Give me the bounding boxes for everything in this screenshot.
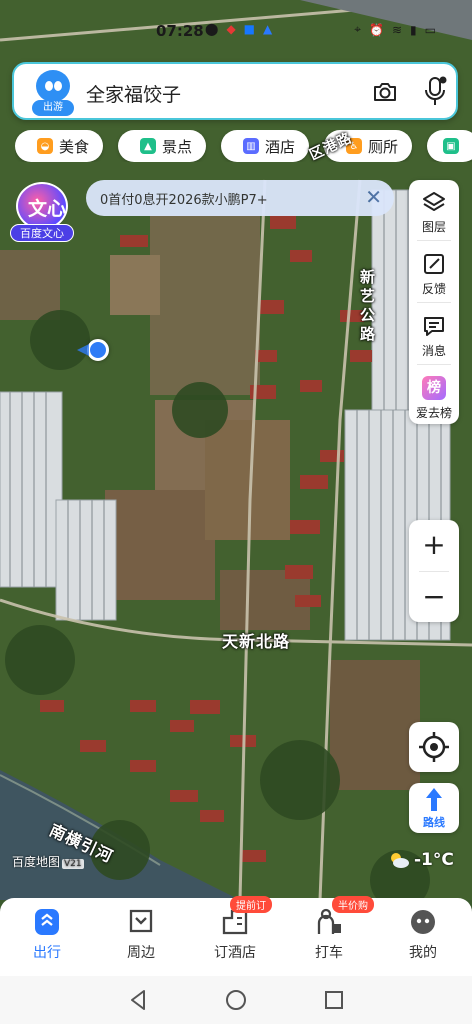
mascot-icon xyxy=(36,70,70,102)
tool-messages[interactable]: 消息 xyxy=(409,304,459,364)
zoom-controls: + − xyxy=(409,520,459,622)
location-marker xyxy=(87,339,109,361)
hotel-icon: ▥ xyxy=(243,138,259,154)
layers-icon xyxy=(423,192,445,211)
travel-mascot-logo[interactable]: 出游 xyxy=(30,70,76,116)
profile-icon xyxy=(408,908,438,936)
heading-arrow-icon xyxy=(77,344,89,356)
wenxin-icon: 文心 xyxy=(16,182,68,230)
map-app-icon: ▲ xyxy=(263,22,273,36)
chip-scenic[interactable]: ▲ 景点 xyxy=(118,130,207,162)
taxi-icon: 半价购 xyxy=(314,896,374,936)
chip-bus[interactable]: ▣ xyxy=(427,130,472,162)
home-icon[interactable] xyxy=(224,988,248,1012)
notification-icon: ⬤ xyxy=(205,22,219,36)
hotel-booking-icon: 提前订 xyxy=(220,896,272,936)
zoom-out-button[interactable]: − xyxy=(409,572,459,622)
system-navigation-bar xyxy=(0,976,472,1024)
location-icon: ⌖ xyxy=(354,22,362,36)
nav-profile[interactable]: 我的 xyxy=(376,908,470,962)
weather-widget[interactable]: -1°C xyxy=(388,850,454,870)
bottom-navigation: 出行 周边 提前订 订酒店 半价购 打车 我的 xyxy=(0,896,472,976)
battery-icon: ▭ xyxy=(424,22,436,37)
nav-nearby[interactable]: 周边 xyxy=(94,908,188,962)
route-arrow-icon xyxy=(426,788,442,811)
chip-food[interactable]: ◒ 美食 xyxy=(15,130,104,162)
promo-text: 0首付0息开2026款小鹏P7+ xyxy=(100,193,268,208)
taxi-badge: 半价购 xyxy=(332,896,374,913)
map-watermark: 百度地图 V21 xyxy=(12,855,84,869)
search-input[interactable]: 全家福饺子 xyxy=(86,80,181,107)
tool-ranking[interactable]: 榜 爱去榜 xyxy=(409,366,459,426)
hotel-booking-badge: 提前订 xyxy=(230,896,272,913)
nav-hotel-booking[interactable]: 提前订 订酒店 xyxy=(188,896,282,962)
bus-icon: ▣ xyxy=(443,138,459,154)
wifi-icon: ≋ xyxy=(391,22,403,37)
recents-icon[interactable] xyxy=(322,988,346,1012)
tool-layers[interactable]: 图层 xyxy=(409,180,459,240)
close-icon[interactable]: ✕ xyxy=(365,186,382,208)
wenxin-assistant-button[interactable]: 文心 百度文心 xyxy=(10,182,74,244)
status-bar: 07:28 ⬤ ◆ ■ ▲ ⌖ ⏰ ≋ ▮ ▭ xyxy=(0,0,472,56)
feedback-icon xyxy=(424,254,444,274)
logo-label: 出游 xyxy=(32,100,74,116)
alarm-icon: ⏰ xyxy=(369,22,384,37)
status-notification-icons: ⬤ ◆ ■ ▲ xyxy=(205,22,272,36)
locate-icon xyxy=(419,732,449,762)
back-icon[interactable] xyxy=(126,988,150,1012)
category-chips: ◒ 美食 ▲ 景点 ▥ 酒店 ♿ 厕所 ▣ xyxy=(15,130,472,162)
scenic-icon: ▲ xyxy=(140,138,156,154)
road-label-tianxin-north: 天新北路 xyxy=(222,632,291,651)
road-label-new-art: 新艺公路 xyxy=(360,268,377,343)
message-icon xyxy=(424,317,444,336)
nav-travel[interactable]: 出行 xyxy=(0,908,94,962)
search-bar[interactable]: 出游 全家福饺子 xyxy=(12,62,458,120)
status-time: 07:28 xyxy=(156,22,204,40)
food-icon: ◒ xyxy=(37,138,53,154)
nav-taxi[interactable]: 半价购 打车 xyxy=(282,896,376,962)
nearby-icon xyxy=(126,908,156,936)
promo-banner[interactable]: 0首付0息开2026款小鹏P7+ ✕ xyxy=(86,180,394,216)
camera-icon[interactable] xyxy=(372,80,398,104)
app-badge-icon: ◆ xyxy=(226,22,236,36)
route-button[interactable]: 路线 xyxy=(409,783,459,833)
locate-me-button[interactable] xyxy=(409,722,459,772)
map-tools-panel: 图层 反馈 消息 榜 爱去榜 xyxy=(409,180,459,424)
microphone-icon[interactable] xyxy=(422,76,448,108)
chip-hotel[interactable]: ▥ 酒店 xyxy=(221,130,310,162)
travel-icon xyxy=(32,908,62,936)
tool-feedback[interactable]: 反馈 xyxy=(409,242,459,302)
status-system-icons: ⌖ ⏰ ≋ ▮ ▭ xyxy=(354,22,436,37)
partly-cloudy-icon xyxy=(391,853,409,868)
ranking-icon: 榜 xyxy=(422,376,446,400)
alipay-icon: ■ xyxy=(243,22,256,36)
wenxin-label: 百度文心 xyxy=(10,224,74,242)
zoom-in-button[interactable]: + xyxy=(409,520,459,570)
signal-icon: ▮ xyxy=(410,22,417,37)
